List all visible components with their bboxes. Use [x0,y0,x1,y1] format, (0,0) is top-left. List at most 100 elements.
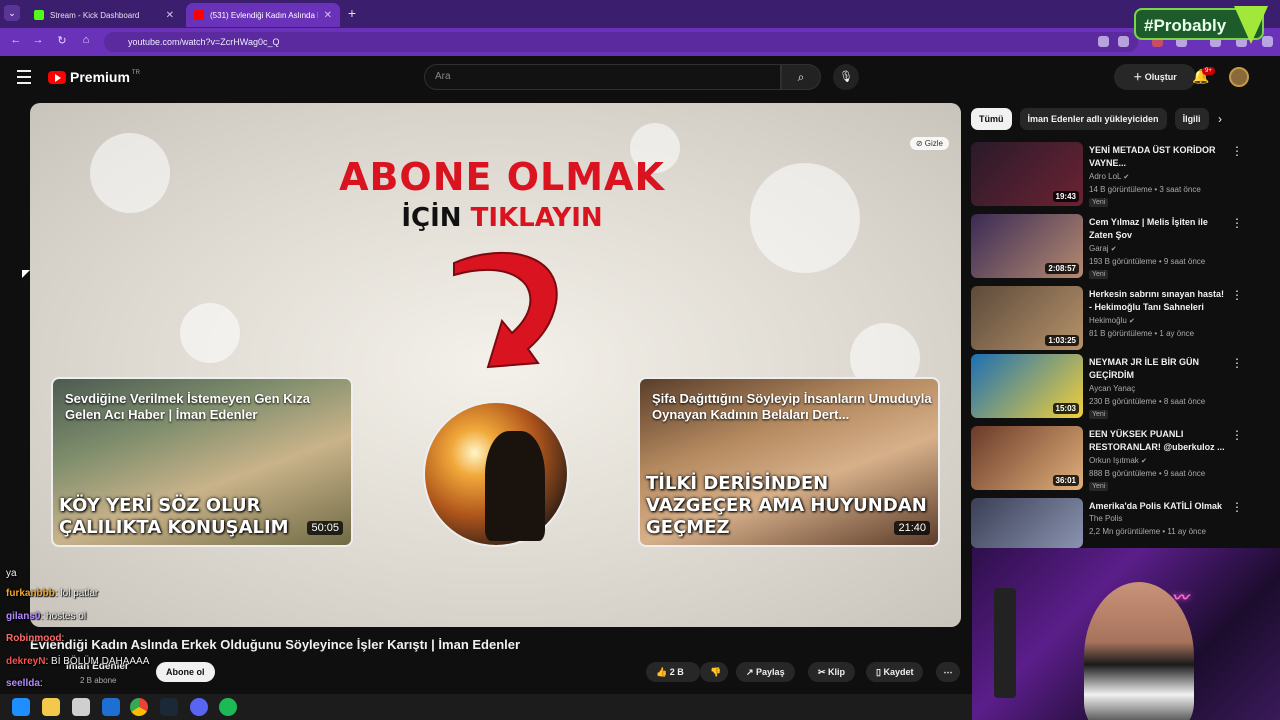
video-thumbnail: 36:01 [971,426,1083,490]
avatar[interactable] [1229,67,1249,87]
chip-from-uploader[interactable]: İman Edenler adlı yükleyiciden [1019,108,1167,130]
more-options-icon[interactable]: ⋮ [1231,356,1243,370]
more-options-icon[interactable]: ⋮ [1231,288,1243,302]
endscreen-video-card[interactable]: Sevdiğine Verilmek İstemeyen Gen Kıza Ge… [51,377,353,547]
back-icon[interactable]: ← [8,34,24,46]
video-duration: 1:03:25 [1045,335,1079,346]
video-meta: 81 B görüntüleme • 1 ay önce [1089,329,1195,338]
clip-button[interactable]: ✂ Klip [808,662,856,682]
video-meta: 14 B görüntüleme • 3 saat önce [1089,185,1201,194]
video-thumbnail: 19:43 [971,142,1083,206]
spotify-icon[interactable] [219,698,237,716]
more-options-icon[interactable]: ⋮ [1231,428,1243,442]
like-button[interactable]: 👍 2 B [646,662,700,682]
forward-icon[interactable]: → [30,34,46,46]
chip-all[interactable]: Tümü [971,108,1012,130]
microphone-stand-image [994,588,1016,698]
video-title: Cem Yılmaz | Melis İşiten ile Zaten Şov [1089,217,1208,240]
menu-icon[interactable] [1262,36,1273,47]
calculator-icon[interactable] [72,698,90,716]
subscribe-headline[interactable]: ABONE OLMAK [30,155,961,199]
search-input[interactable]: Ara [424,64,781,90]
video-thumbnail [971,498,1083,548]
hide-label: Gizle [924,139,943,148]
close-tab-icon[interactable]: ✕ [166,10,174,21]
windows-start-icon[interactable] [12,698,30,716]
clip-label: Klip [828,667,846,677]
recommendation-item[interactable]: 36:01 EEN YÜKSEK PUANLI RESTORANLAR! @ub… [971,426,1251,492]
video-title: Herkesin sabrını sınayan hasta! - Hekimo… [1089,289,1225,312]
create-button[interactable]: ＋ Oluştur [1114,64,1196,90]
youtube-logo[interactable]: Premium TR [48,69,140,85]
channel-name: Hekimoğlu ✔ [1089,316,1135,325]
video-player[interactable]: ⊘ Gizle ABONE OLMAK İÇİN TIKLAYIN Sevdiğ… [30,103,961,627]
video-duration: 19:43 [1052,191,1079,202]
verified-icon: ✔ [1141,458,1147,465]
url-text: youtube.com/watch?v=ZcrHWag0c_Q [128,37,280,47]
video-title: Evlendiği Kadın Aslında Erkek Olduğunu S… [30,637,521,652]
outlook-icon[interactable] [102,698,120,716]
verified-icon: ✔ [1129,318,1135,325]
recommendation-item[interactable]: 15:03 NEYMAR JR İLE BİR GÜN GEÇİRDİM Ayc… [971,354,1251,420]
share-label: Paylaş [756,667,785,677]
more-options-icon[interactable]: ⋮ [1231,216,1243,230]
tab-label: (531) Evlendiği Kadın Aslında E [210,10,318,20]
chat-message: Robinmood: [6,633,65,644]
search-placeholder: Ara [435,71,451,82]
discord-icon[interactable] [190,698,208,716]
subscribe-button[interactable]: Abone ol [156,662,215,682]
hide-endscreen-button[interactable]: ⊘ Gizle [909,137,949,150]
new-tab-icon[interactable]: + [344,5,360,21]
related-filter-chips: Tümü İman Edenler adlı yükleyiciden İlgi… [971,108,1209,130]
chip-related[interactable]: İlgili [1174,108,1209,130]
card-duration: 50:05 [307,521,343,535]
search-icon[interactable]: ⌕ [781,64,821,90]
file-explorer-icon[interactable] [42,698,60,716]
share-button[interactable]: ↗ Paylaş [736,662,795,682]
address-bar[interactable]: youtube.com/watch?v=ZcrHWag0c_Q [104,32,1138,52]
more-actions-icon[interactable]: ⋯ [936,662,960,682]
card-title: Sevdiğine Verilmek İstemeyen Gen Kıza Ge… [65,391,310,422]
kick-favicon-icon [34,10,44,20]
youtube-play-icon [48,70,66,84]
tab-search-icon[interactable]: ⌄ [4,5,20,21]
save-button[interactable]: ▯ Kaydet [866,662,924,682]
chrome-icon[interactable] [130,698,148,716]
probably-text: #Probably [1144,16,1227,35]
chat-message: dekreyN: Bİ BÖLÜM DAHAAAA [6,656,150,667]
subscribe-subheadline[interactable]: İÇİN TIKLAYIN [30,203,961,233]
video-title: Amerika'da Polis KATİLİ Olmak [1089,501,1223,511]
install-icon[interactable] [1098,36,1109,47]
chat-message: ya [6,568,17,579]
browser-tab-bar: ⌄ Stream - Kick Dashboard ✕ (531) Evlend… [0,0,1280,28]
notification-badge: 9+ [1202,67,1215,75]
dislike-button[interactable]: 👎 [700,662,728,682]
channel-subscribe-circle[interactable] [423,401,569,547]
logo-text: Premium [70,69,130,85]
steam-icon[interactable] [160,698,178,716]
recommendation-item[interactable]: 2:08:57 Cem Yılmaz | Melis İşiten ile Za… [971,214,1251,280]
new-badge: Yeni [1089,198,1109,207]
video-meta: 193 B görüntüleme • 9 saat önce [1089,257,1206,266]
reload-icon[interactable]: ↻ [54,34,70,47]
browser-tab-youtube[interactable]: (531) Evlendiği Kadın Aslında E ✕ [186,3,340,27]
recommendation-item[interactable]: 19:43 YENİ METADA ÜST KORİDOR VAYNE... A… [971,142,1251,208]
recommendation-item[interactable]: 1:03:25 Herkesin sabrını sınayan hasta! … [971,286,1251,352]
youtube-favicon-icon [194,10,204,20]
video-duration: 2:08:57 [1045,263,1079,274]
home-icon[interactable]: ⌂ [78,34,94,46]
more-options-icon[interactable]: ⋮ [1231,500,1243,514]
browser-tab-kick[interactable]: Stream - Kick Dashboard ✕ [26,3,182,27]
verified-icon: ✔ [1110,246,1117,253]
new-badge: Yeni [1089,270,1109,279]
chat-message: furkanbbb: lol patlar [6,588,99,599]
bookmark-star-icon[interactable] [1118,36,1129,47]
endscreen-video-card[interactable]: Şifa Dağıttığını Söyleyip İnsanların Umu… [638,377,940,547]
chevron-right-icon[interactable]: › [1218,112,1222,126]
more-options-icon[interactable]: ⋮ [1231,144,1243,158]
channel-name: The Polis [1089,514,1123,523]
hamburger-menu-icon[interactable] [17,70,31,88]
video-title: NEYMAR JR İLE BİR GÜN GEÇİRDİM [1089,357,1200,380]
microphone-icon[interactable]: 🎙 [833,64,859,90]
close-tab-icon[interactable]: ✕ [324,10,332,21]
